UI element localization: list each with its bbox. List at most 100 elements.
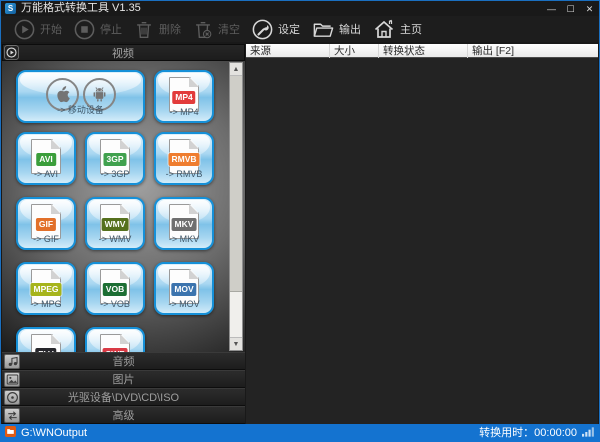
app-window: S 万能格式转换工具 V1.35 — ☐ ✕ 开始 停止 删除 清空 设定 输出 主页 视频…	[0, 0, 600, 442]
tile-label: -> VOB	[87, 300, 143, 309]
toolbar-button-output[interactable]: 输出	[309, 18, 363, 41]
tile-avi[interactable]: AVI -> AVI	[16, 132, 76, 185]
elapsed-time-text: 转换用时：00:00:00	[479, 428, 577, 439]
title-bar: S 万能格式转换工具 V1.35 — ☐ ✕	[1, 1, 599, 16]
sidebar-section-advanced[interactable]: 高级	[2, 406, 245, 424]
output-path-text: G:\WNOutput	[21, 428, 87, 439]
tile-label: -> AVI	[18, 170, 74, 179]
format-badge: WMV	[102, 218, 129, 231]
wrench-circle-icon	[251, 18, 274, 41]
column-header-status[interactable]: 转换状态	[379, 44, 468, 58]
toolbar-button-label: 输出	[339, 21, 361, 37]
disc-icon	[4, 390, 20, 405]
format-badge: AVI	[36, 153, 56, 166]
video-play-icon	[4, 45, 19, 60]
toolbar-button-label: 设定	[278, 21, 300, 37]
folder-icon	[311, 18, 335, 41]
stop-circle-icon	[73, 18, 96, 41]
tile-label: -> MOV	[156, 300, 212, 309]
sidebar-sections: 音频图片光驱设备\DVD\CD\ISO 高级	[2, 352, 245, 424]
trash-icon	[133, 18, 155, 41]
sidebar-section-disc[interactable]: 光驱设备\DVD\CD\ISO	[2, 388, 245, 406]
file-queue-panel: 来源大小转换状态输出 [F2]	[246, 44, 598, 424]
app-logo-icon: S	[5, 3, 16, 14]
toolbar-button-label: 开始	[40, 21, 62, 37]
signal-bars-icon	[582, 424, 595, 442]
toolbar: 开始 停止 删除 清空 设定 输出 主页	[1, 16, 599, 42]
format-badge: MP4	[172, 91, 195, 104]
toolbar-button-home[interactable]: 主页	[370, 17, 424, 41]
format-badge: 3GP	[103, 153, 126, 166]
picture-icon	[4, 372, 20, 387]
column-header-size[interactable]: 大小	[330, 44, 379, 58]
minimize-button[interactable]: —	[542, 2, 561, 16]
tile-label: -> WMV	[87, 235, 143, 244]
tile-label: -> MKV	[156, 235, 212, 244]
toolbar-button-start[interactable]: 开始	[11, 18, 64, 41]
toolbar-button-settings[interactable]: 设定	[249, 18, 302, 41]
close-button[interactable]: ✕	[580, 2, 599, 16]
tile-rmvb[interactable]: RMVB -> RMVB	[154, 132, 214, 185]
tile-mobile[interactable]: -> 移动设备	[16, 70, 145, 123]
section-label: 音频	[20, 353, 227, 369]
toolbar-button-label: 主页	[400, 21, 422, 37]
music-note-icon	[4, 354, 20, 369]
play-circle-icon	[13, 18, 36, 41]
section-label: 图片	[20, 371, 227, 387]
tile-label: -> 移动设备	[18, 106, 143, 115]
column-header-output[interactable]: 输出 [F2]	[468, 44, 597, 58]
tile-swf[interactable]: SWF	[85, 327, 145, 352]
format-badge: MKV	[172, 218, 197, 231]
tile-label: -> 3GP	[87, 170, 143, 179]
window-controls: — ☐ ✕	[542, 1, 599, 16]
format-badge: MPEG	[30, 283, 61, 296]
queue-table-header: 来源大小转换状态输出 [F2]	[246, 44, 598, 58]
maximize-button[interactable]: ☐	[561, 2, 580, 16]
toolbar-button-label: 停止	[100, 21, 122, 37]
output-folder-icon	[5, 424, 16, 442]
sidebar-section-video[interactable]: 视频	[2, 44, 245, 61]
tile-vob[interactable]: VOB -> VOB	[85, 262, 145, 315]
tile-mpeg[interactable]: MPEG -> MPG	[16, 262, 76, 315]
scrollbar-thumb[interactable]	[230, 76, 242, 292]
tile-3gp[interactable]: 3GP -> 3GP	[85, 132, 145, 185]
toolbar-button-label: 清空	[218, 21, 240, 37]
tile-mp4[interactable]: MP4 -> MP4	[154, 70, 214, 123]
tile-label: -> MPG	[18, 300, 74, 309]
scroll-up-icon[interactable]: ▲	[230, 63, 242, 76]
tile-flv[interactable]: FLV	[16, 327, 76, 352]
format-badge: SWF	[103, 348, 128, 352]
format-badge: VOB	[103, 283, 127, 296]
format-badge: RMVB	[168, 153, 199, 166]
tile-wmv[interactable]: WMV -> WMV	[85, 197, 145, 250]
home-icon	[372, 17, 396, 41]
format-badge: MOV	[171, 283, 196, 296]
video-section-label: 视频	[19, 45, 227, 61]
trash-clear-icon	[192, 18, 214, 41]
format-badge: FLV	[35, 348, 56, 352]
column-header-source[interactable]: 来源	[246, 44, 330, 58]
window-title: 万能格式转换工具 V1.35	[21, 1, 141, 16]
queue-table-body[interactable]	[246, 58, 598, 424]
tile-gif[interactable]: GIF -> GIF	[16, 197, 76, 250]
toolbar-button-label: 删除	[159, 21, 181, 37]
video-format-grid: SWF FLV MOV -> MOV VOB -> VOB MPEG -> MPG MKV -> …	[2, 61, 245, 352]
format-badge: GIF	[36, 218, 56, 231]
sidebar-section-image[interactable]: 图片	[2, 370, 245, 388]
toolbar-button-delete[interactable]: 删除	[131, 18, 183, 41]
format-sidebar: 视频 SWF FLV MOV -> MOV VOB -> VOB MPEG -> MPG MKV…	[2, 44, 245, 424]
tile-label: -> GIF	[18, 235, 74, 244]
tile-label: -> RMVB	[156, 170, 212, 179]
tile-label: -> MP4	[156, 108, 212, 117]
tile-mkv[interactable]: MKV -> MKV	[154, 197, 214, 250]
section-label: 高级	[20, 407, 227, 423]
swap-arrows-icon	[4, 408, 20, 423]
scroll-down-icon[interactable]: ▼	[230, 337, 242, 350]
tile-mov[interactable]: MOV -> MOV	[154, 262, 214, 315]
status-bar: G:\WNOutput 转换用时：00:00:00	[0, 424, 600, 442]
sidebar-section-audio[interactable]: 音频	[2, 352, 245, 370]
toolbar-button-stop[interactable]: 停止	[71, 18, 124, 41]
sidebar-scrollbar[interactable]: ▲ ▼	[229, 62, 243, 351]
toolbar-button-clear[interactable]: 清空	[190, 18, 242, 41]
section-label: 光驱设备\DVD\CD\ISO	[20, 389, 227, 405]
